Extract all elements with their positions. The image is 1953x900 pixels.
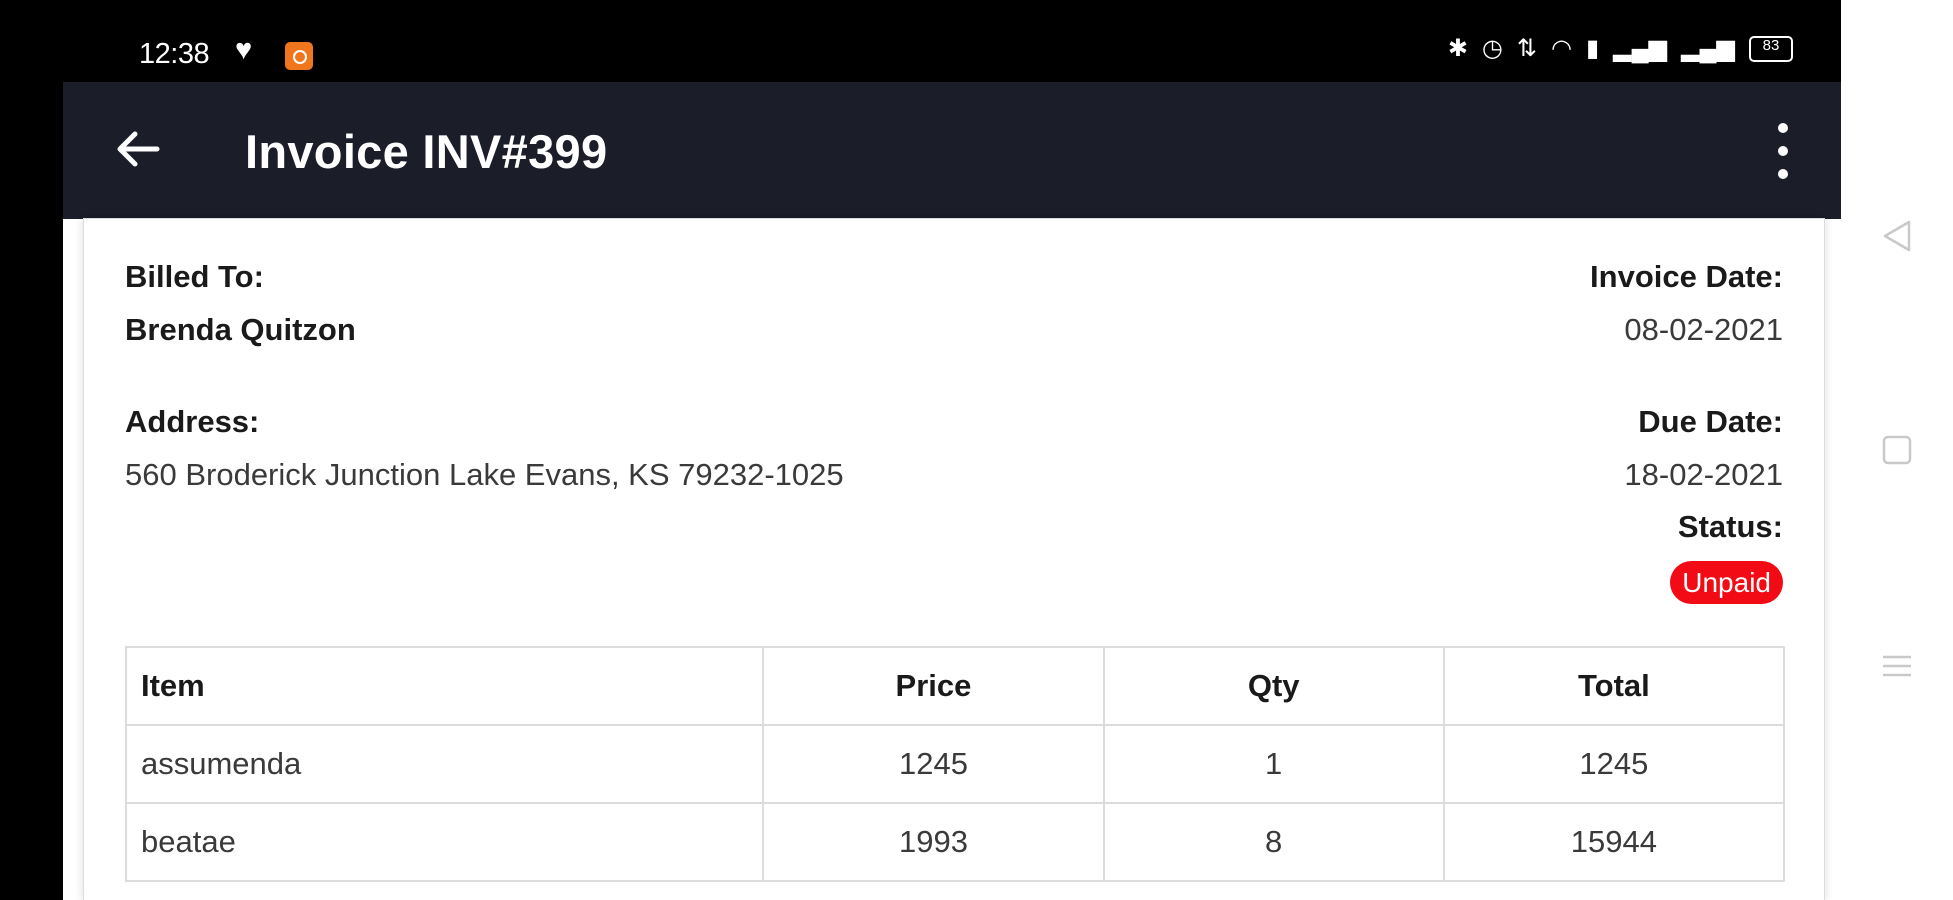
status-time: 12:38 (139, 38, 210, 70)
billed-to-name: Brenda Quitzon (125, 312, 356, 347)
data-speed-icon: ⇅ (1516, 35, 1537, 62)
qty-cell: 1 (1102, 724, 1445, 804)
billed-to-label: Billed To: (125, 259, 264, 294)
status-label: Status: (1677, 509, 1783, 544)
invoice-card: Billed To: Brenda Quitzon Invoice Date: … (84, 219, 1824, 900)
total-cell: 15944 (1442, 802, 1786, 882)
status-bar: 12:38 ♥ ✱ ◷ ⇅ ◠ ▮ ▂▄▆ ▂▄▆ 83 (63, 0, 1841, 82)
signal-icon: ▂▄▆ (1613, 35, 1668, 62)
app-notification-icon (285, 42, 313, 70)
invoice-items-table: Item Price Qty Total assumenda 1245 1 12… (124, 646, 1786, 882)
column-header-qty: Qty (1102, 646, 1445, 726)
alarm-icon: ◷ (1481, 35, 1503, 62)
column-header-total: Total (1442, 646, 1786, 726)
wifi-icon: ◠ (1550, 35, 1572, 62)
table-row: beatae 1993 8 15944 (124, 802, 1786, 882)
table-row: assumenda 1245 1 1245 (124, 724, 1786, 804)
total-cell: 1245 (1442, 724, 1786, 804)
column-header-price: Price (762, 646, 1105, 726)
column-header-item: Item (124, 646, 765, 726)
system-navigation (1841, 0, 1953, 900)
address-value: 560 Broderick Junction Lake Evans, KS 79… (125, 457, 844, 492)
status-badge: Unpaid (1670, 561, 1783, 604)
address-label: Address: (125, 404, 260, 439)
item-cell: beatae (124, 802, 765, 882)
price-cell: 1245 (762, 724, 1105, 804)
table-header-row: Item Price Qty Total (124, 646, 1786, 726)
menu-lines-icon[interactable] (1879, 648, 1915, 684)
signal-icon: ▂▄▆ (1681, 35, 1735, 62)
due-date-value: 18-02-2021 (1624, 457, 1783, 492)
triangle-back-icon[interactable] (1879, 218, 1915, 254)
app-bar: Invoice INV#399 (63, 82, 1841, 219)
status-icons: ✱ ◷ ⇅ ◠ ▮ ▂▄▆ ▂▄▆ 83 (1448, 36, 1793, 62)
battery-icon: 83 (1749, 36, 1793, 62)
left-bezel (0, 0, 63, 900)
item-cell: assumenda (124, 724, 765, 804)
price-cell: 1993 (762, 802, 1105, 882)
signal-icon: ▮ (1585, 35, 1600, 62)
qty-cell: 8 (1102, 802, 1445, 882)
heart-icon: ♥ (235, 34, 253, 66)
due-date-label: Due Date: (1638, 404, 1783, 439)
arrow-left-icon[interactable] (111, 122, 165, 176)
more-vert-icon[interactable] (1771, 120, 1795, 182)
invoice-date-value: 08-02-2021 (1624, 312, 1783, 347)
square-home-icon[interactable] (1879, 432, 1915, 468)
invoice-date-label: Invoice Date: (1590, 259, 1783, 294)
bluetooth-icon: ✱ (1447, 35, 1468, 62)
page-title: Invoice INV#399 (245, 125, 608, 178)
